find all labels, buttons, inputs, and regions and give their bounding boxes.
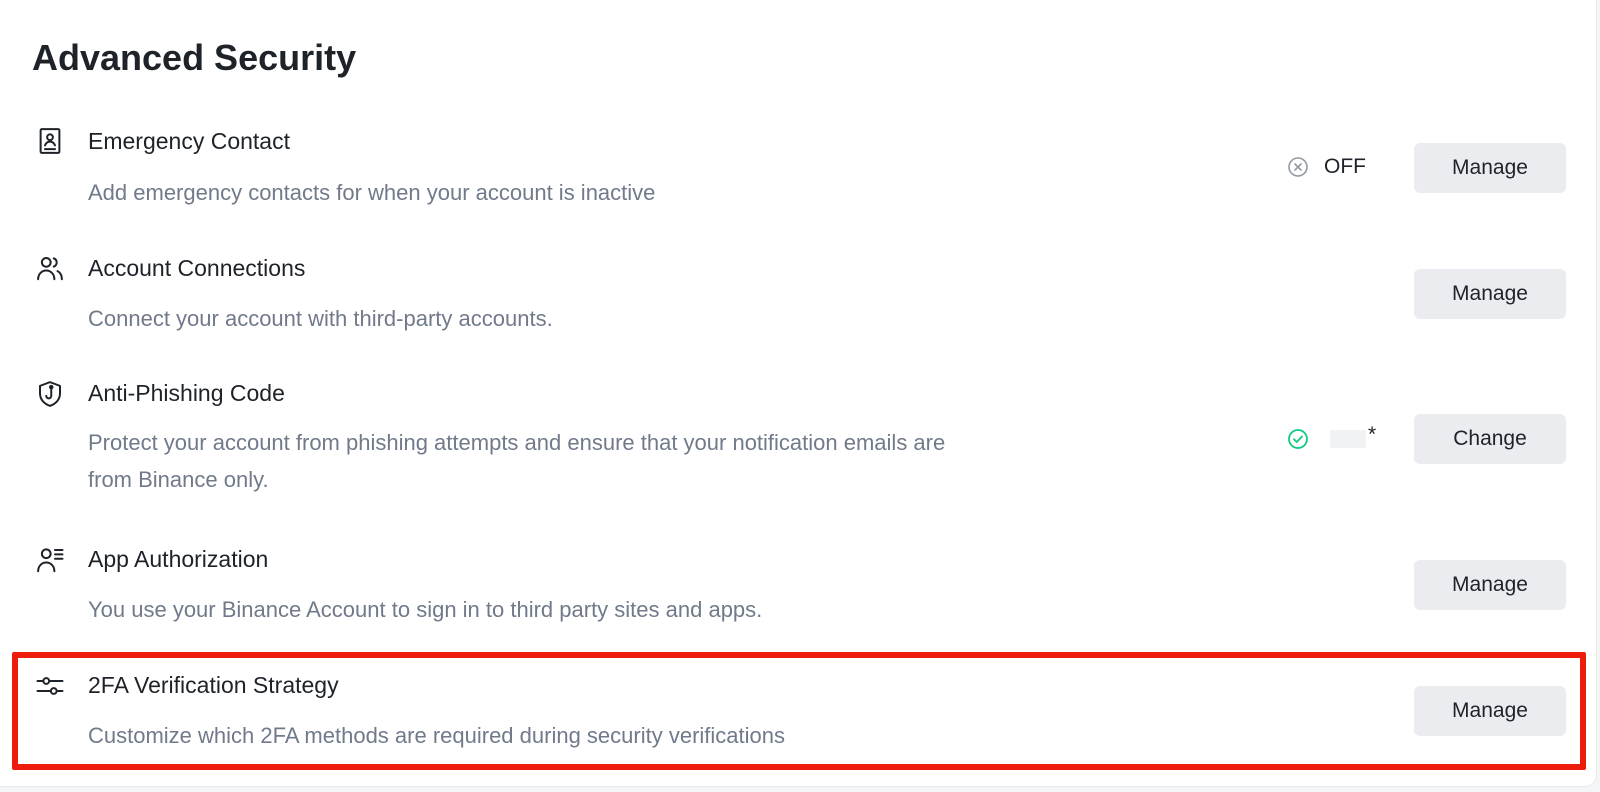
account-connections-description: Connect your account with third-party ac… [88, 306, 553, 331]
emergency-contact-description: Add emergency contacts for when your acc… [88, 180, 656, 205]
emergency-contact-status: OFF [1286, 152, 1366, 182]
account-connections-manage-button[interactable]: Manage [1414, 269, 1566, 319]
users-icon [34, 252, 66, 284]
contact-card-icon [34, 125, 66, 157]
anti-phishing-code-value: * [1368, 423, 1377, 446]
advanced-security-card: Advanced Security Emergency Contact Add … [0, 0, 1597, 787]
masked-code [1330, 430, 1366, 448]
page-title: Advanced Security [32, 37, 357, 78]
2fa-strategy-manage-button[interactable]: Manage [1414, 686, 1566, 736]
anti-phishing-description: Protect your account from phishing attem… [88, 430, 946, 492]
sliders-icon [34, 670, 66, 702]
account-connections-title: Account Connections [88, 255, 306, 281]
app-authorization-manage-button[interactable]: Manage [1414, 560, 1566, 610]
emergency-contact-title: Emergency Contact [88, 128, 290, 154]
shield-hook-icon [34, 378, 66, 410]
anti-phishing-title: Anti-Phishing Code [88, 380, 285, 406]
x-circle-icon [1286, 155, 1310, 179]
2fa-strategy-description: Customize which 2FA methods are required… [88, 723, 785, 748]
anti-phishing-status: * [1286, 423, 1377, 454]
anti-phishing-change-button[interactable]: Change [1414, 414, 1566, 464]
2fa-strategy-title: 2FA Verification Strategy [88, 672, 339, 698]
app-authorization-description: You use your Binance Account to sign in … [88, 597, 763, 622]
check-circle-icon [1286, 427, 1310, 451]
app-authorization-title: App Authorization [88, 546, 269, 572]
status-off-text: OFF [1324, 155, 1366, 178]
emergency-contact-manage-button[interactable]: Manage [1414, 143, 1566, 193]
user-list-icon [34, 544, 66, 576]
